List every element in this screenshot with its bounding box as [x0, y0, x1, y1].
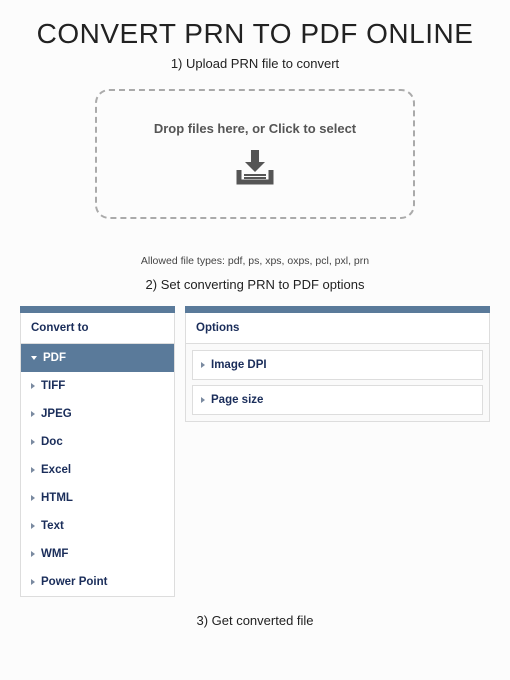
format-label: Excel: [41, 464, 71, 476]
format-label: TIFF: [41, 380, 65, 392]
chevron-right-icon: [201, 362, 205, 368]
convert-to-header: Convert to: [20, 313, 175, 344]
chevron-right-icon: [31, 383, 35, 389]
format-label: Power Point: [41, 576, 107, 588]
format-item-text[interactable]: Text: [21, 512, 174, 540]
option-label: Page size: [211, 394, 263, 406]
step-3-label: 3) Get converted file: [20, 613, 490, 628]
format-item-excel[interactable]: Excel: [21, 456, 174, 484]
file-dropzone[interactable]: Drop files here, or Click to select: [95, 89, 415, 219]
format-item-jpeg[interactable]: JPEG: [21, 400, 174, 428]
dropzone-text: Drop files here, or Click to select: [154, 121, 356, 136]
format-label: Doc: [41, 436, 63, 448]
format-label: JPEG: [41, 408, 72, 420]
chevron-right-icon: [31, 411, 35, 417]
format-label: HTML: [41, 492, 73, 504]
options-list: Image DPI Page size: [185, 344, 490, 422]
format-item-wmf[interactable]: WMF: [21, 540, 174, 568]
format-label: WMF: [41, 548, 68, 560]
step-1-label: 1) Upload PRN file to convert: [20, 56, 490, 71]
page-title: CONVERT PRN TO PDF ONLINE: [20, 18, 490, 50]
allowed-filetypes: Allowed file types: pdf, ps, xps, oxps, …: [20, 255, 490, 267]
chevron-right-icon: [31, 579, 35, 585]
option-page-size[interactable]: Page size: [192, 385, 483, 415]
format-item-tiff[interactable]: TIFF: [21, 372, 174, 400]
format-label: Text: [41, 520, 64, 532]
format-label: PDF: [43, 352, 66, 364]
chevron-right-icon: [31, 551, 35, 557]
step-2-label: 2) Set converting PRN to PDF options: [20, 277, 490, 292]
chevron-right-icon: [31, 439, 35, 445]
chevron-right-icon: [201, 397, 205, 403]
format-item-power-point[interactable]: Power Point: [21, 568, 174, 596]
format-list: PDF TIFF JPEG Doc Excel HTML Text WMF Power Poin…: [20, 344, 175, 597]
option-image-dpi[interactable]: Image DPI: [192, 350, 483, 380]
options-panel: Options Image DPI Page size: [185, 306, 490, 422]
panel-topbar: [20, 306, 175, 313]
chevron-down-icon: [31, 356, 37, 360]
chevron-right-icon: [31, 523, 35, 529]
chevron-right-icon: [31, 495, 35, 501]
convert-to-panel: Convert to PDF TIFF JPEG Doc Excel HTML Text WM…: [20, 306, 175, 597]
upload-icon: [231, 148, 279, 188]
chevron-right-icon: [31, 467, 35, 473]
options-header: Options: [185, 313, 490, 344]
format-item-html[interactable]: HTML: [21, 484, 174, 512]
option-label: Image DPI: [211, 359, 267, 371]
format-item-doc[interactable]: Doc: [21, 428, 174, 456]
panel-topbar: [185, 306, 490, 313]
format-item-pdf[interactable]: PDF: [21, 344, 174, 372]
